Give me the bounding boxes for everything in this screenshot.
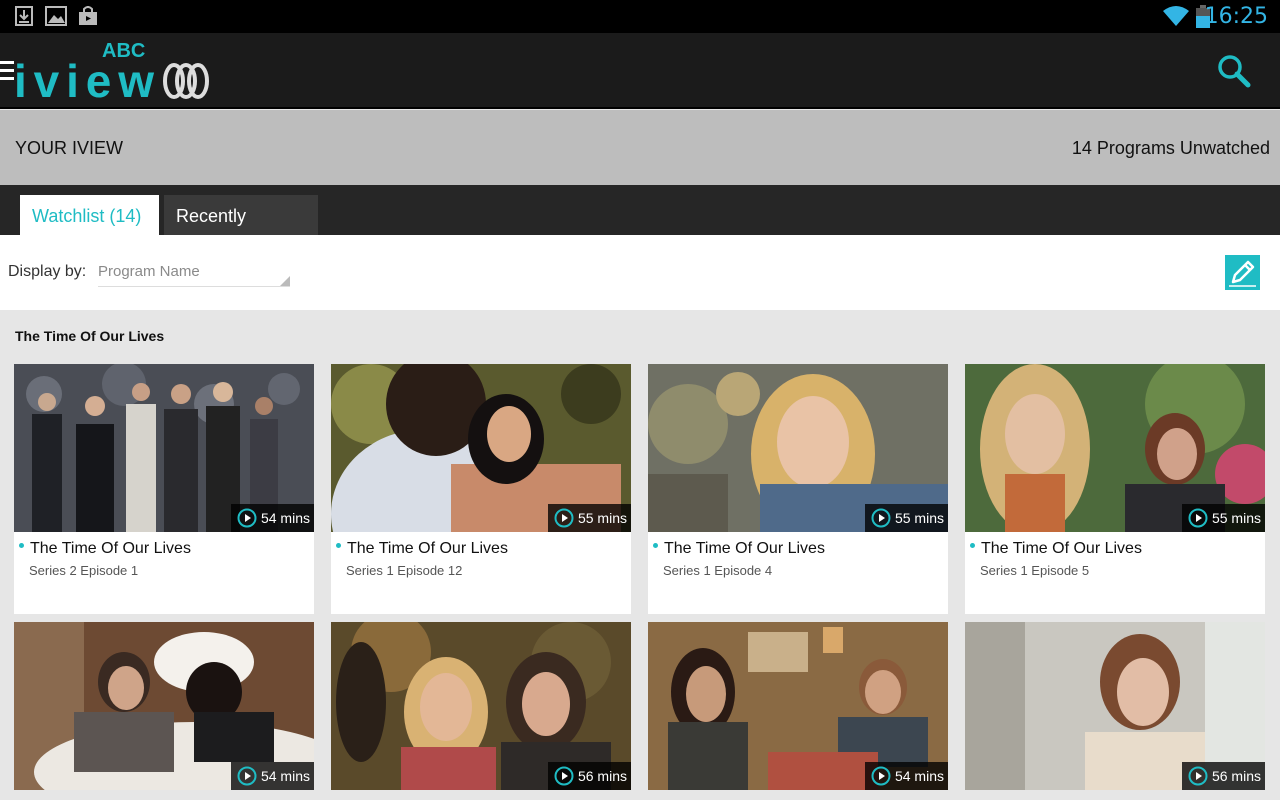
- play-icon: [871, 508, 891, 528]
- action-bar: ABC iview: [0, 33, 1280, 109]
- abc-lissajous-logo-icon: [163, 63, 209, 99]
- dropdown-triangle-icon: [280, 276, 290, 286]
- download-icon: [15, 6, 33, 26]
- duration-text: 56 mins: [577, 768, 627, 784]
- duration-badge: 54 mins: [864, 762, 948, 790]
- duration-badge: 55 mins: [1181, 504, 1265, 532]
- duration-text: 54 mins: [260, 768, 310, 784]
- tab-recently-viewed[interactable]: Recently Viewed: [164, 195, 318, 268]
- image-icon: [45, 6, 67, 26]
- episode-thumbnail[interactable]: 54 mins: [14, 364, 314, 532]
- play-icon: [871, 766, 891, 786]
- episode-label: Series 1 Episode 12: [346, 563, 463, 578]
- abc-iview-logo[interactable]: ABC iview: [14, 37, 214, 103]
- play-icon: [237, 508, 257, 528]
- play-icon: [1188, 766, 1208, 786]
- logo-iview-text: iview: [14, 55, 154, 103]
- episode-card[interactable]: 55 mins The Time Of Our Lives Series 1 E…: [331, 364, 631, 614]
- menu-icon[interactable]: [0, 61, 14, 81]
- unwatched-dot-icon: [336, 543, 341, 548]
- tab-watchlist[interactable]: Watchlist (14): [20, 195, 159, 235]
- unwatched-dot-icon: [653, 543, 658, 548]
- episode-thumbnail[interactable]: 55 mins: [965, 364, 1265, 532]
- episode-label: Series 1 Episode 5: [980, 563, 1090, 578]
- status-bar: 16:25: [0, 0, 1280, 33]
- duration-badge: 56 mins: [547, 762, 631, 790]
- duration-badge: 55 mins: [547, 504, 631, 532]
- episode-card[interactable]: 55 mins The Time Of Our Lives Series 1 E…: [965, 364, 1265, 614]
- duration-text: 55 mins: [894, 510, 944, 526]
- episode-thumbnail[interactable]: 55 mins: [331, 364, 631, 532]
- your-iview-header: YOUR IVIEW 14 Programs Unwatched: [0, 110, 1280, 185]
- duration-badge: 54 mins: [230, 504, 314, 532]
- episode-meta: The Time Of Our Lives Series 1 Episode 1…: [331, 532, 631, 614]
- sort-select[interactable]: Program Name: [98, 263, 290, 287]
- episode-thumbnail[interactable]: 54 mins: [648, 622, 948, 790]
- episode-card[interactable]: 56 mins: [965, 622, 1265, 790]
- episode-thumbnail[interactable]: 56 mins: [331, 622, 631, 790]
- episode-thumbnail[interactable]: 54 mins: [14, 622, 314, 790]
- duration-text: 54 mins: [894, 768, 944, 784]
- episode-label: Series 1 Episode 4: [663, 563, 773, 578]
- episode-thumbnail[interactable]: 56 mins: [965, 622, 1265, 790]
- duration-badge: 55 mins: [864, 504, 948, 532]
- store-bag-icon: [79, 6, 97, 25]
- episode-meta: The Time Of Our Lives Series 1 Episode 5: [965, 532, 1265, 614]
- duration-text: 55 mins: [577, 510, 627, 526]
- duration-text: 55 mins: [1211, 510, 1261, 526]
- episode-label: Series 2 Episode 1: [29, 563, 139, 578]
- duration-badge: 56 mins: [1181, 762, 1265, 790]
- program-title: The Time Of Our Lives: [981, 540, 1142, 557]
- edit-watchlist-button[interactable]: [1225, 255, 1260, 290]
- program-title: The Time Of Our Lives: [30, 540, 191, 557]
- program-title: The Time Of Our Lives: [347, 540, 508, 557]
- duration-text: 56 mins: [1211, 768, 1261, 784]
- display-by-row: Display by: Program Name: [0, 235, 1280, 310]
- duration-text: 54 mins: [260, 510, 310, 526]
- episode-card[interactable]: 54 mins: [648, 622, 948, 790]
- tab-bar: Watchlist (14) Recently Viewed: [0, 185, 1280, 268]
- unwatched-count: 14 Programs Unwatched: [1071, 138, 1270, 158]
- episode-card[interactable]: 55 mins The Time Of Our Lives Series 1 E…: [648, 364, 948, 614]
- unwatched-dot-icon: [970, 543, 975, 548]
- episode-meta: The Time Of Our Lives Series 1 Episode 4: [648, 532, 948, 614]
- pencil-icon: [1229, 260, 1256, 287]
- play-icon: [237, 766, 257, 786]
- clock: 16:25: [1204, 4, 1268, 29]
- episode-meta: The Time Of Our Lives Series 2 Episode 1: [14, 532, 314, 614]
- episode-card[interactable]: 54 mins: [14, 622, 314, 790]
- section-title: The Time Of Our Lives: [15, 328, 165, 344]
- search-icon[interactable]: [1216, 53, 1252, 89]
- wifi-icon: [1163, 6, 1189, 26]
- duration-badge: 54 mins: [230, 762, 314, 790]
- episode-card[interactable]: 56 mins: [331, 622, 631, 790]
- page-title: YOUR IVIEW: [15, 138, 124, 158]
- play-icon: [1188, 508, 1208, 528]
- episode-card[interactable]: 54 mins The Time Of Our Lives Series 2 E…: [14, 364, 314, 614]
- display-by-label: Display by:: [8, 263, 87, 280]
- episode-thumbnail[interactable]: 55 mins: [648, 364, 948, 532]
- sort-select-value: Program Name: [98, 263, 200, 280]
- unwatched-dot-icon: [19, 543, 24, 548]
- play-icon: [554, 766, 574, 786]
- program-title: The Time Of Our Lives: [664, 540, 825, 557]
- play-icon: [554, 508, 574, 528]
